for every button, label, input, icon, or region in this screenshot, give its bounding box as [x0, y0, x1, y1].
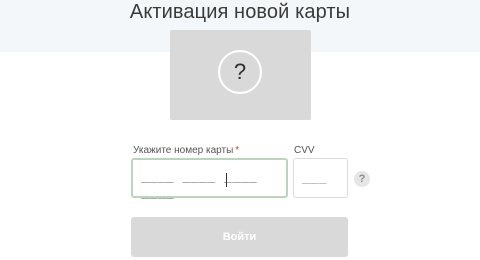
page-title: Активация новой карты	[129, 1, 351, 23]
card-number-label-text: Укажите номер карты	[133, 145, 234, 156]
card-number-placeholder: ____ ____ ____ ____	[141, 170, 258, 201]
cvv-placeholder: ___	[302, 171, 327, 186]
login-button[interactable]: Войти	[131, 217, 348, 257]
cvv-input[interactable]: ___	[293, 158, 348, 198]
cvv-label: CVV	[294, 145, 315, 156]
question-mark-icon: ?	[218, 50, 262, 94]
text-cursor	[226, 173, 227, 187]
card-number-label: Укажите номер карты *	[133, 145, 239, 157]
required-mark: *	[235, 145, 240, 156]
card-number-input[interactable]: ____ ____ ____ ____	[131, 158, 288, 201]
help-icon[interactable]: ?	[354, 171, 370, 187]
